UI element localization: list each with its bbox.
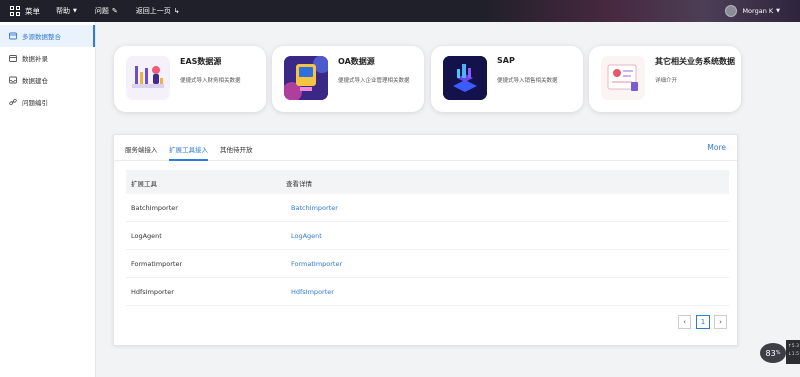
details-link[interactable]: BatchImporter [291, 204, 338, 212]
inbox-icon [9, 76, 17, 84]
card-description: 便捷式导入销售相关数据 [497, 78, 558, 84]
tab-server-access[interactable]: 服务端接入 [125, 144, 158, 161]
eas-source-card[interactable]: EAS数据源 便捷式导入财务相关数据 [114, 46, 266, 112]
question-label: 问题 [94, 7, 109, 15]
oa-source-card[interactable]: OA数据源 便捷式导入企业管理相关数据 [272, 46, 424, 112]
card-title: OA数据源 [338, 57, 375, 66]
prev-page-button[interactable]: ‹ [678, 315, 691, 329]
sidebar-item-issue-index[interactable]: 问题编引 [0, 91, 95, 113]
back-label: 返回上一页 [135, 7, 171, 15]
user-menu[interactable]: Morgan K ▼ [725, 5, 780, 17]
card-description: 便捷式导入财务相关数据 [180, 78, 241, 84]
calendar-icon [9, 55, 17, 62]
sap-source-card[interactable]: SAP 便捷式导入销售相关数据 [431, 46, 583, 112]
sidebar-item-data-supplement[interactable]: 数据补录 [0, 47, 95, 69]
details-link[interactable]: HdfsImporter [291, 288, 334, 296]
column-header-details: 查看详情 [286, 180, 312, 188]
table-row: HdfsImporter HdfsImporter [126, 278, 729, 306]
sidebar-item-data-warehouse[interactable]: 数据建仓 [0, 69, 95, 91]
sidebar-item-label: 数据补录 [22, 55, 48, 63]
upload-speed: 5.3 [791, 344, 799, 349]
return-arrow-icon: ↳ [173, 7, 180, 15]
other-systems-card[interactable]: 其它相关业务系统数据 详细介开 [589, 46, 741, 112]
sidebar-item-multi-source[interactable]: 多源数据整合 [0, 25, 95, 47]
table-row: LogAgent LogAgent [126, 222, 729, 250]
card-description: 详细介开 [655, 78, 678, 84]
help-label: 帮助 [56, 7, 70, 15]
details-link[interactable]: LogAgent [291, 232, 322, 240]
grid-menu-icon[interactable] [10, 6, 20, 16]
speed-widget[interactable]: 83% [760, 343, 786, 363]
chevron-down-icon: ▼ [776, 8, 780, 14]
eas-illustration [126, 56, 170, 100]
table-header: 扩展工具 查看详情 [126, 170, 729, 194]
tool-name: FormatImporter [131, 260, 183, 268]
tool-name: HdfsImporter [131, 288, 174, 296]
integration-panel: 服务端接入 扩展工具接入 其他待开放 More 扩展工具 查看详情 BatchI… [113, 134, 738, 346]
avatar [725, 5, 738, 17]
card-title: SAP [497, 56, 515, 65]
next-page-button[interactable]: › [714, 315, 727, 329]
sidebar: 多源数据整合 数据补录 数据建仓 问题编引 [0, 22, 96, 377]
table-row: FormatImporter FormatImporter [126, 250, 729, 278]
database-icon [9, 32, 17, 40]
tool-name: BatchImporter [131, 204, 178, 212]
page-1-button[interactable]: 1 [696, 315, 710, 329]
other-systems-illustration [601, 56, 645, 100]
download-speed: 1.5 [791, 352, 799, 357]
link-icon [9, 98, 17, 106]
sidebar-item-label: 问题编引 [22, 99, 48, 107]
menu-label[interactable]: 菜单 [25, 6, 40, 17]
question-link[interactable]: 问题 ✎ [95, 6, 118, 16]
sidebar-item-label: 数据建仓 [22, 77, 48, 85]
details-link[interactable]: FormatImporter [291, 260, 342, 268]
sidebar-item-label: 多源数据整合 [22, 33, 61, 41]
tab-coming-soon[interactable]: 其他待开放 [220, 144, 253, 161]
tool-name: LogAgent [131, 232, 162, 240]
tab-bar: 服务端接入 扩展工具接入 其他待开放 More [114, 135, 737, 161]
tab-extension-tools[interactable]: 扩展工具接入 [169, 144, 208, 161]
column-header-tool: 扩展工具 [131, 180, 157, 188]
user-name: Morgan K [742, 7, 774, 15]
speed-value: 83 [765, 348, 776, 358]
top-bar: 菜单 帮助 ▼ 问题 ✎ 返回上一页 ↳ Morgan K ▼ [0, 0, 800, 22]
sap-illustration [443, 56, 487, 100]
card-title: 其它相关业务系统数据 [655, 57, 735, 66]
table-row: BatchImporter BatchImporter [126, 194, 729, 222]
card-description: 便捷式导入企业管理相关数据 [338, 78, 410, 84]
network-speed-panel: ↑5.3 ↓1.5 [786, 340, 800, 364]
more-link[interactable]: More [707, 143, 726, 152]
edit-icon: ✎ [111, 7, 118, 15]
speed-unit: % [775, 350, 781, 356]
oa-illustration [284, 56, 328, 100]
help-menu[interactable]: 帮助 ▼ [56, 6, 77, 16]
back-link[interactable]: 返回上一页 ↳ [136, 6, 180, 16]
card-title: EAS数据源 [180, 57, 222, 66]
chevron-down-icon: ▼ [73, 8, 77, 14]
